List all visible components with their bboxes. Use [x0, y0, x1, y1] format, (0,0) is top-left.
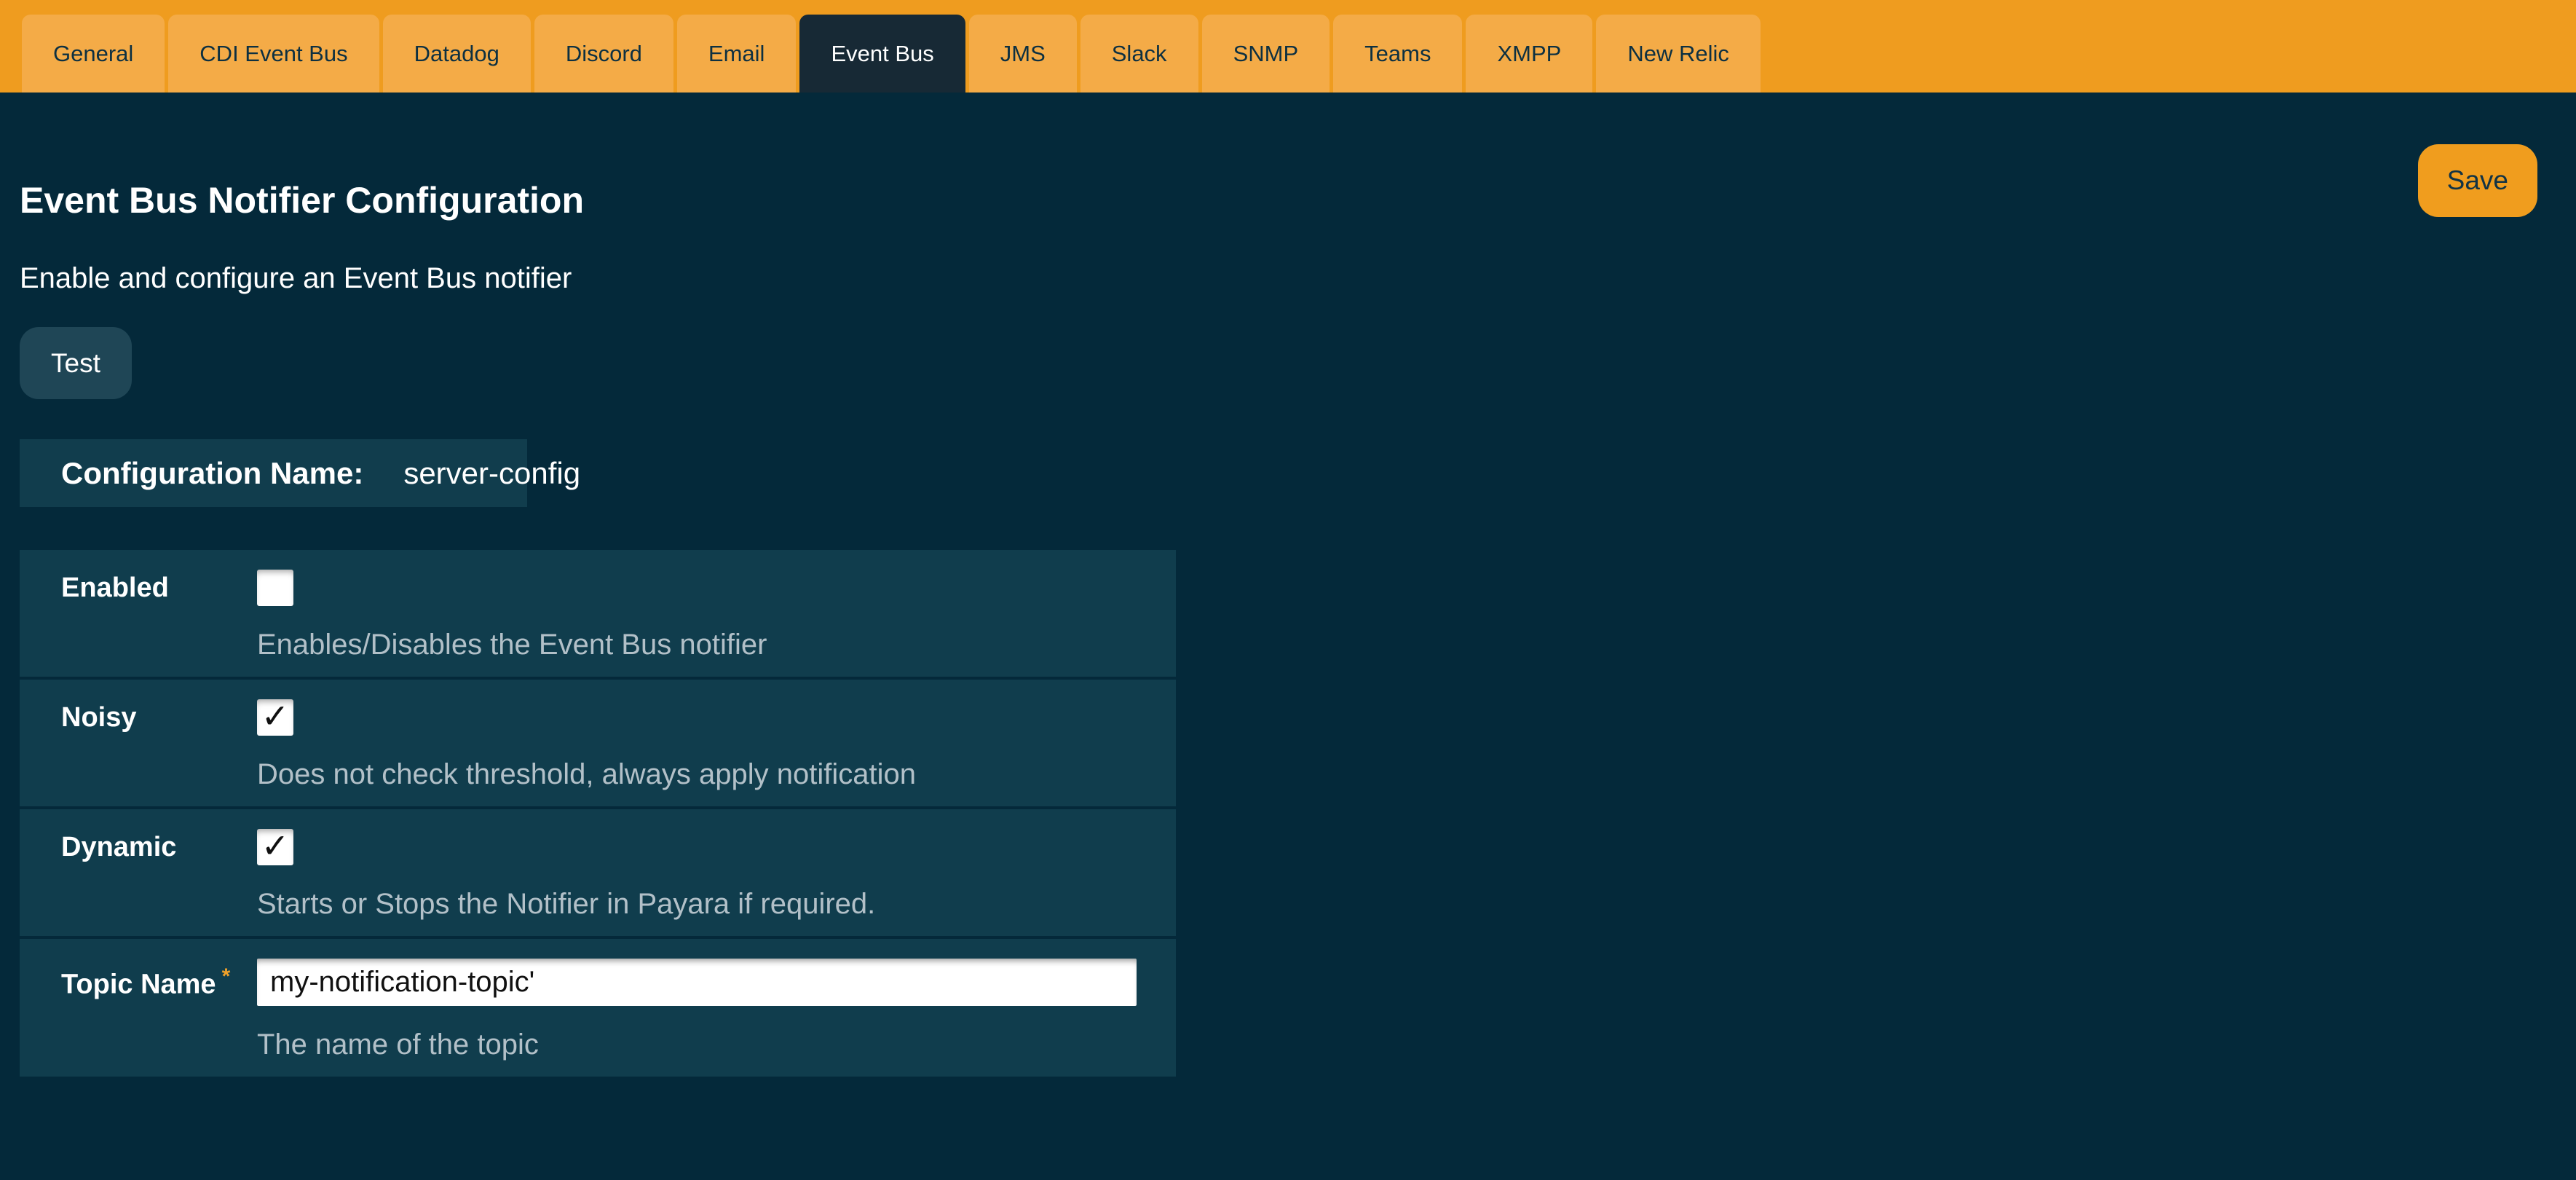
tab-teams[interactable]: Teams — [1333, 15, 1462, 93]
page-header: Event Bus Notifier Configuration Save — [20, 93, 2537, 226]
main-content: Event Bus Notifier Configuration Save En… — [0, 93, 2576, 1077]
tab-event-bus[interactable]: Event Bus — [799, 15, 965, 93]
input-topic-name[interactable] — [257, 959, 1137, 1006]
configuration-name-label: Configuration Name: — [20, 456, 363, 491]
page-title: Event Bus Notifier Configuration — [20, 175, 2537, 226]
form-row-enabled: EnabledEnables/Disables the Event Bus no… — [20, 550, 1176, 677]
configuration-name-value: server-config — [403, 456, 580, 491]
tab-datadog[interactable]: Datadog — [383, 15, 531, 93]
field-label-enabled: Enabled — [20, 570, 257, 661]
tab-general[interactable]: General — [22, 15, 165, 93]
checkbox-noisy[interactable]: ✓ — [257, 699, 293, 736]
checkbox-dynamic[interactable]: ✓ — [257, 829, 293, 865]
tab-jms[interactable]: JMS — [969, 15, 1077, 93]
field-label-topic-name: Topic Name* — [20, 959, 257, 1061]
tab-snmp[interactable]: SNMP — [1202, 15, 1330, 93]
field-help-dynamic: Starts or Stops the Notifier in Payara i… — [257, 888, 875, 920]
field-help-noisy: Does not check threshold, always apply n… — [257, 758, 916, 790]
page-subtitle: Enable and configure an Event Bus notifi… — [20, 261, 2537, 296]
tab-xmpp[interactable]: XMPP — [1466, 15, 1592, 93]
tab-discord[interactable]: Discord — [534, 15, 673, 93]
tab-slack[interactable]: Slack — [1080, 15, 1198, 93]
field-label-dynamic: Dynamic — [20, 829, 257, 920]
configuration-name-strip: Configuration Name: server-config — [20, 439, 527, 507]
test-button[interactable]: Test — [20, 327, 132, 399]
field-help-topic-name: The name of the topic — [257, 1028, 539, 1061]
save-button[interactable]: Save — [2418, 144, 2537, 217]
field-control-enabled: Enables/Disables the Event Bus notifier — [257, 570, 1176, 661]
form-row-dynamic: Dynamic✓ Starts or Stops the Notifier in … — [20, 809, 1176, 936]
tab-bar: GeneralCDI Event BusDatadogDiscordEmailE… — [0, 0, 2576, 93]
checkbox-enabled[interactable] — [257, 570, 293, 606]
field-label-noisy: Noisy — [20, 699, 257, 790]
field-help-enabled: Enables/Disables the Event Bus notifier — [257, 629, 767, 661]
tab-new-relic[interactable]: New Relic — [1596, 15, 1761, 93]
tab-cdi-event-bus[interactable]: CDI Event Bus — [168, 15, 379, 93]
form-rows: EnabledEnables/Disables the Event Bus no… — [20, 550, 1176, 1077]
required-asterisk: * — [222, 964, 231, 988]
field-control-dynamic: ✓ Starts or Stops the Notifier in Payara … — [257, 829, 1176, 920]
checkmark-icon: ✓ — [261, 829, 290, 862]
form-row-noisy: Noisy✓ Does not check threshold, always a… — [20, 680, 1176, 806]
field-control-topic-name: The name of the topic — [257, 959, 1176, 1061]
checkmark-icon: ✓ — [261, 699, 290, 733]
tab-email[interactable]: Email — [677, 15, 797, 93]
form-row-topic-name: Topic Name*The name of the topic — [20, 939, 1176, 1077]
field-control-noisy: ✓ Does not check threshold, always apply … — [257, 699, 1176, 790]
